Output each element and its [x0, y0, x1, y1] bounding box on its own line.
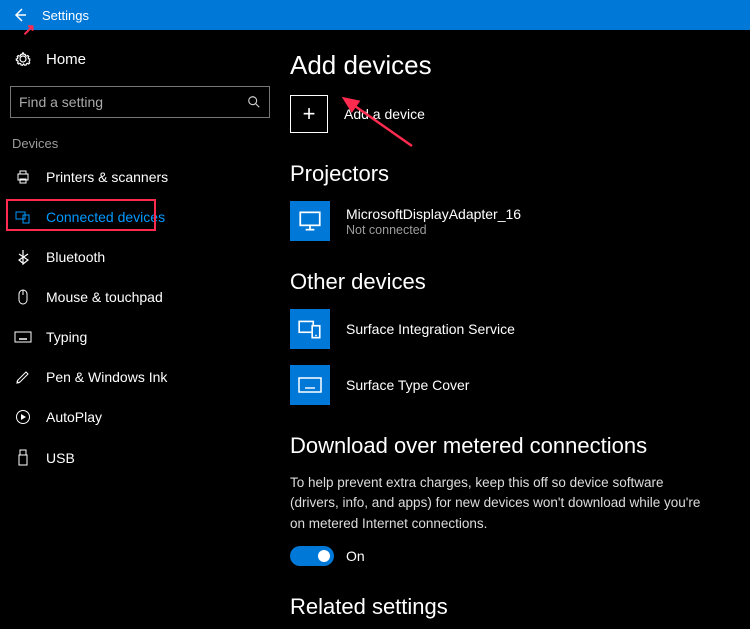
nav-label: USB	[46, 450, 75, 466]
nav-label: Mouse & touchpad	[46, 289, 163, 305]
related-settings-heading: Related settings	[290, 594, 720, 620]
sidebar-item-bluetooth[interactable]: Bluetooth	[0, 237, 280, 277]
nav-label: Pen & Windows Ink	[46, 369, 167, 385]
sidebar-item-pen[interactable]: Pen & Windows Ink	[0, 357, 280, 397]
device-item-typecover[interactable]: Surface Type Cover	[290, 365, 720, 405]
projector-item[interactable]: MicrosoftDisplayAdapter_16 Not connected	[290, 201, 720, 241]
nav-label: Typing	[46, 329, 87, 345]
mouse-icon	[14, 289, 32, 305]
window-title: Settings	[42, 8, 89, 23]
nav-label: Connected devices	[46, 209, 165, 225]
autoplay-icon	[14, 409, 32, 425]
arrow-left-icon	[12, 7, 28, 23]
plus-icon: +	[290, 95, 328, 133]
pen-icon	[14, 369, 32, 385]
other-devices-heading: Other devices	[290, 269, 720, 295]
search-input[interactable]	[19, 94, 247, 110]
sidebar-item-autoplay[interactable]: AutoPlay	[0, 397, 280, 437]
home-label: Home	[46, 51, 86, 68]
device-name: Surface Type Cover	[346, 377, 469, 393]
nav-label: AutoPlay	[46, 409, 102, 425]
sidebar-item-printers[interactable]: Printers & scanners	[0, 157, 280, 197]
devices-icon	[290, 309, 330, 349]
back-button[interactable]	[6, 1, 34, 29]
sidebar: Home Devices Printers & scanners Connect…	[0, 30, 280, 629]
main-content: Add devices + Add a device Projectors Mi…	[280, 30, 750, 629]
bluetooth-icon	[14, 249, 32, 265]
search-box[interactable]	[10, 86, 270, 118]
device-item-integration[interactable]: Surface Integration Service	[290, 309, 720, 349]
add-device-label: Add a device	[344, 106, 425, 122]
sidebar-item-connected-devices[interactable]: Connected devices	[0, 197, 280, 237]
search-icon	[247, 95, 261, 109]
usb-icon	[14, 449, 32, 467]
sidebar-section-label: Devices	[0, 122, 280, 157]
keyboard-icon	[14, 331, 32, 343]
projectors-heading: Projectors	[290, 161, 720, 187]
metered-toggle[interactable]	[290, 546, 334, 566]
nav-label: Printers & scanners	[46, 169, 168, 185]
home-button[interactable]: Home	[0, 40, 280, 78]
toggle-state-label: On	[346, 548, 365, 564]
monitor-icon	[290, 201, 330, 241]
device-name: Surface Integration Service	[346, 321, 515, 337]
add-devices-heading: Add devices	[290, 50, 720, 81]
sidebar-item-typing[interactable]: Typing	[0, 317, 280, 357]
metered-description: To help prevent extra charges, keep this…	[290, 473, 710, 534]
titlebar: Settings	[0, 0, 750, 30]
device-status: Not connected	[346, 223, 521, 237]
add-device-button[interactable]: + Add a device	[290, 95, 720, 133]
keyboard-device-icon	[290, 365, 330, 405]
nav-label: Bluetooth	[46, 249, 105, 265]
toggle-knob	[318, 550, 330, 562]
gear-icon	[14, 50, 34, 68]
sidebar-item-usb[interactable]: USB	[0, 437, 280, 479]
device-name: MicrosoftDisplayAdapter_16	[346, 206, 521, 222]
sidebar-item-mouse[interactable]: Mouse & touchpad	[0, 277, 280, 317]
metered-heading: Download over metered connections	[290, 433, 720, 459]
connected-devices-icon	[14, 209, 32, 225]
printer-icon	[14, 169, 32, 185]
